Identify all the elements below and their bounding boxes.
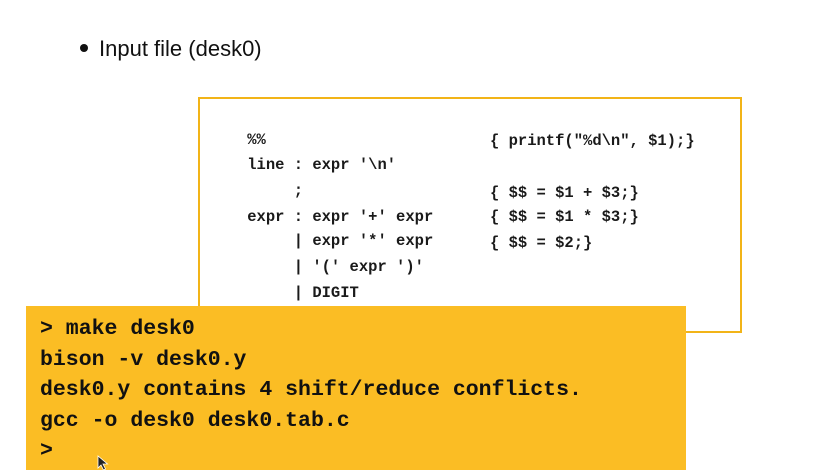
mouse-pointer-icon [97, 455, 109, 471]
code-line: expr : expr '+' expr{ $$ = $1 + $3;} [210, 181, 639, 226]
code-action: { $$ = $1 + $3;} [490, 184, 639, 202]
code-line: %% [210, 104, 266, 149]
code-line: | expr '*' expr{ $$ = $1 * $3;} [210, 205, 639, 250]
grammar-code-box: %% line : expr '\n'{ printf("%d\n", $1);… [198, 97, 742, 333]
terminal-prompt[interactable]: > [40, 436, 686, 467]
bullet-text: Input file (desk0) [99, 36, 262, 61]
bullet-dot-icon [80, 44, 88, 52]
terminal-line: gcc -o desk0 desk0.tab.c [40, 408, 350, 433]
bullet-item: Input file (desk0) [80, 32, 262, 66]
code-line: line : expr '\n'{ printf("%d\n", $1);} [210, 129, 694, 174]
code-action: { $$ = $1 * $3;} [490, 208, 639, 226]
terminal-line: > make desk0 [40, 317, 195, 341]
code-line: ; [210, 283, 303, 328]
code-action: { $$ = $2;} [490, 234, 593, 252]
terminal-line: bison -v desk0.y [40, 347, 247, 372]
code-line: ; [210, 155, 303, 200]
terminal-output-panel: > make desk0 bison -v desk0.y desk0.y co… [26, 306, 686, 470]
terminal-line: desk0.y contains 4 shift/reduce conflict… [40, 378, 582, 402]
code-action: { printf("%d\n", $1);} [490, 132, 695, 150]
code-line: | DIGIT [210, 257, 359, 302]
code-line: | '(' expr ')'{ $$ = $2;} [210, 231, 593, 276]
